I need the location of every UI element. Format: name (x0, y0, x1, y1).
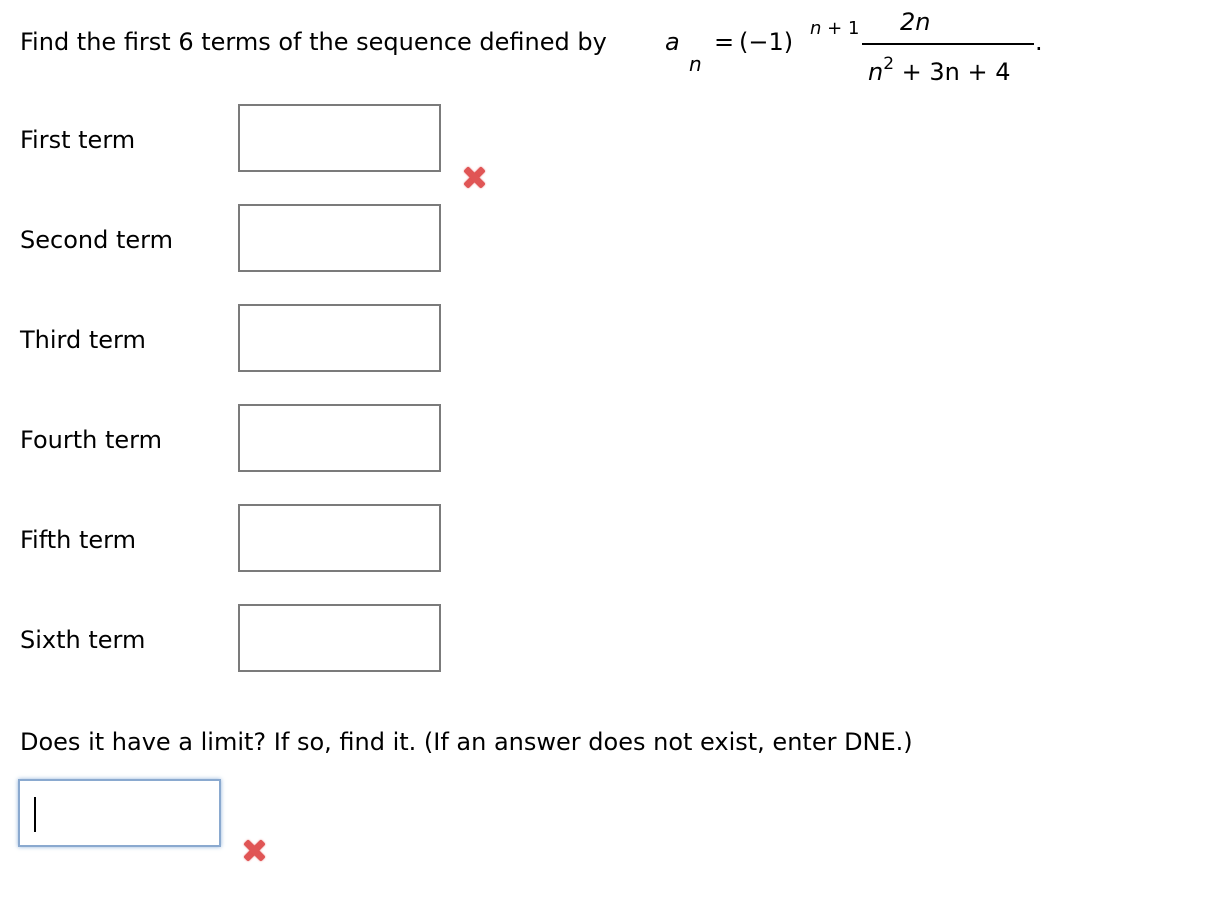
fraction-bar (862, 43, 1034, 45)
limit-input[interactable] (18, 779, 221, 847)
formula-a: a (665, 28, 680, 56)
denominator-var: n (868, 58, 884, 86)
exponent-var: n (810, 18, 822, 39)
sixth-term-label: Sixth term (20, 626, 146, 654)
third-term-input[interactable] (238, 304, 441, 372)
fifth-term-input[interactable] (238, 504, 441, 572)
first-term-label: First term (20, 126, 136, 154)
numerator-text: 2n (900, 8, 931, 36)
formula-numerator: 2n (900, 8, 930, 36)
formula-denominator: n2 + 3n + 4 (868, 54, 1011, 86)
fifth-term-label: Fifth term (20, 526, 137, 554)
second-term-label: Second term (20, 226, 173, 254)
formula-subscript: n (689, 52, 702, 76)
incorrect-x-icon (462, 165, 486, 189)
first-term-input[interactable] (238, 104, 441, 172)
incorrect-x-icon (242, 838, 266, 862)
fourth-term-input[interactable] (238, 404, 441, 472)
denominator-rest: + 3n + 4 (894, 58, 1011, 86)
formula-exponent: n + 1 (810, 18, 859, 39)
text-cursor (34, 797, 36, 832)
third-term-label: Third term (20, 326, 146, 354)
limit-question: Does it have a limit? If so, find it. (I… (20, 728, 913, 756)
fourth-term-label: Fourth term (20, 426, 162, 454)
second-term-input[interactable] (238, 204, 441, 272)
sixth-term-input[interactable] (238, 604, 441, 672)
formula-period: . (1035, 28, 1043, 56)
denominator-power: 2 (883, 54, 895, 74)
exponent-rest: + 1 (821, 18, 860, 39)
question-text: Find the first 6 terms of the sequence d… (20, 28, 607, 56)
formula-base: (−1) (739, 28, 794, 56)
formula-equals: = (714, 28, 735, 56)
